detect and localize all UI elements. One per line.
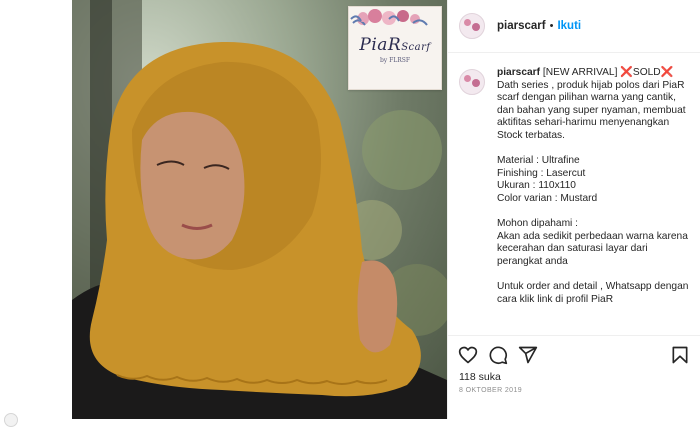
bookmark-icon[interactable] — [670, 345, 690, 365]
likes-count[interactable]: 118 suka — [459, 371, 501, 383]
header-separator: • — [549, 20, 554, 32]
brand-logo: PiaRScarf by FLRSF — [348, 6, 442, 90]
share-icon[interactable] — [518, 345, 538, 365]
avatar[interactable] — [459, 69, 485, 95]
header-username[interactable]: piarscarf — [497, 20, 546, 32]
heart-icon[interactable] — [458, 345, 478, 365]
left-gutter — [0, 0, 72, 419]
brand-name: PiaRScarf — [359, 35, 431, 55]
caption-body: [NEW ARRIVAL] ❌SOLD❌ Dath series , produ… — [497, 67, 689, 305]
post-actions: 118 suka 8 OKTOBER 2019 — [448, 335, 700, 420]
post-header: piarscarf • Ikuti — [448, 0, 700, 53]
prev-arrow-icon[interactable] — [4, 413, 18, 427]
caption-text: piarscarf [NEW ARRIVAL] ❌SOLD❌ Dath seri… — [497, 67, 693, 306]
comment-icon[interactable] — [488, 345, 508, 365]
post-date: 8 OKTOBER 2019 — [459, 387, 523, 394]
caption-username[interactable]: piarscarf — [497, 67, 540, 78]
follow-button[interactable]: Ikuti — [557, 20, 581, 32]
caption-area[interactable]: piarscarf [NEW ARRIVAL] ❌SOLD❌ Dath seri… — [448, 52, 700, 335]
flower-decoration-icon — [350, 9, 400, 22]
post-details-panel: piarscarf • Ikuti piarscarf [NEW ARRIVAL… — [447, 0, 700, 419]
avatar[interactable] — [459, 13, 485, 39]
brand-subtitle: by FLRSF — [379, 57, 411, 64]
post-image[interactable]: PiaRScarf by FLRSF — [72, 0, 447, 419]
